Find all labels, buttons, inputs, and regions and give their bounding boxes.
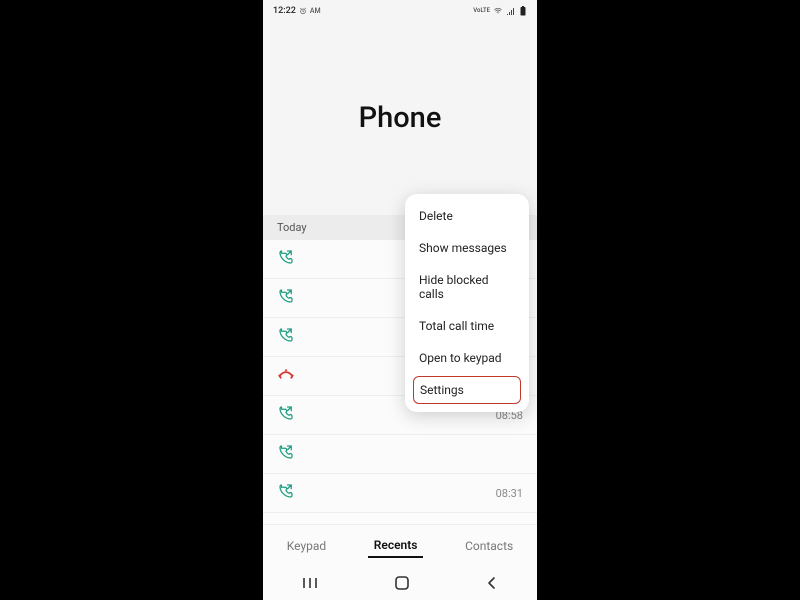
outgoing-call-icon [277,482,295,504]
nav-back-button[interactable] [485,576,499,590]
overflow-menu: DeleteShow messagesHide blocked callsTot… [405,194,529,412]
menu-item-delete[interactable]: Delete [405,200,529,232]
volte-icon: VoLTE [473,8,490,14]
signal-icon [506,7,516,15]
outgoing-call-icon [277,248,295,270]
call-row[interactable] [263,435,537,474]
status-bar: 12:22 AM VoLTE [263,0,537,20]
outgoing-call-icon [277,287,295,309]
wifi-icon [493,7,503,15]
status-ampm: AM [310,7,321,15]
menu-item-show-messages[interactable]: Show messages [405,232,529,264]
outgoing-call-icon [277,443,295,465]
menu-item-open-to-keypad[interactable]: Open to keypad [405,342,529,374]
tab-keypad[interactable]: Keypad [281,535,332,557]
page-title: Phone [359,101,442,135]
outgoing-call-icon [277,326,295,348]
nav-bar [263,566,537,600]
tab-contacts[interactable]: Contacts [459,535,519,557]
menu-item-settings[interactable]: Settings [413,376,521,404]
call-time: 08:31 [496,487,523,500]
missed-call-icon [277,365,295,387]
nav-recents-button[interactable] [301,576,319,590]
call-row[interactable]: 08:31 [263,474,537,513]
alarm-icon [299,7,307,15]
nav-home-button[interactable] [394,575,410,591]
tab-bar: Keypad Recents Contacts [263,524,537,566]
status-time: 12:22 [273,6,296,16]
battery-icon [519,6,527,16]
phone-frame: 12:22 AM VoLTE Phone Today 09:0708:5808:… [263,0,537,600]
menu-item-total-call-time[interactable]: Total call time [405,310,529,342]
outgoing-call-icon [277,404,295,426]
title-area: Phone [263,20,537,215]
tab-recents[interactable]: Recents [368,534,424,558]
menu-item-hide-blocked-calls[interactable]: Hide blocked calls [405,264,529,310]
